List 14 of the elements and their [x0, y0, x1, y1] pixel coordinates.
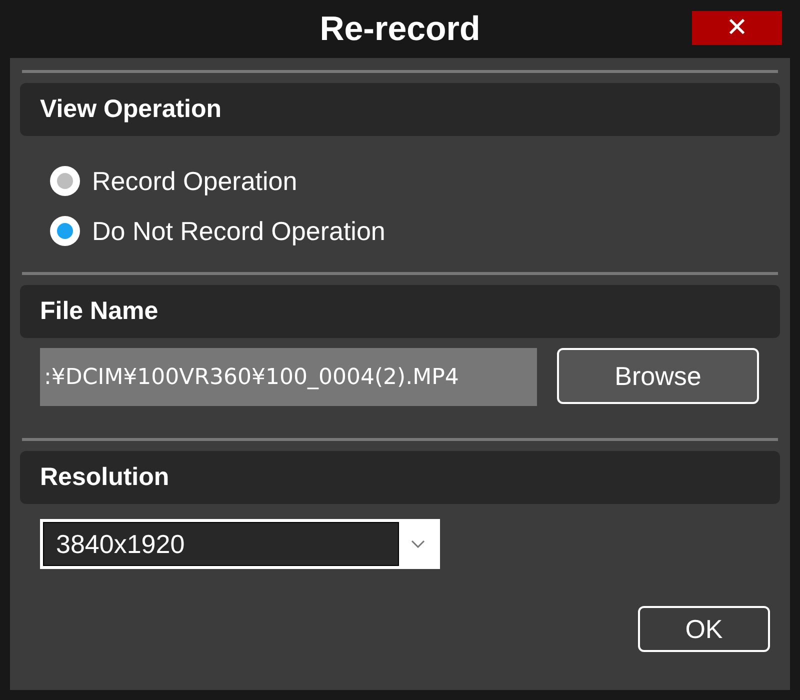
close-button[interactable]: ✕: [692, 11, 782, 45]
section-header: View Operation: [20, 83, 780, 136]
browse-button[interactable]: Browse: [557, 348, 759, 404]
window-title: Re-record: [320, 10, 480, 48]
radio-button[interactable]: [50, 166, 80, 196]
section-header: File Name: [20, 285, 780, 338]
file-path-field[interactable]: :¥DCIM¥100VR360¥100_0004(2).MP4: [40, 348, 537, 406]
radio-button[interactable]: [50, 216, 80, 246]
radio-label[interactable]: Do Not Record Operation: [92, 216, 386, 246]
section-header: Resolution: [20, 451, 780, 504]
resolution-dropdown[interactable]: 3840x1920: [40, 519, 440, 569]
radio-label[interactable]: Record Operation: [92, 166, 298, 196]
ok-button[interactable]: OK: [638, 606, 770, 652]
chevron-down-icon: [411, 540, 425, 548]
